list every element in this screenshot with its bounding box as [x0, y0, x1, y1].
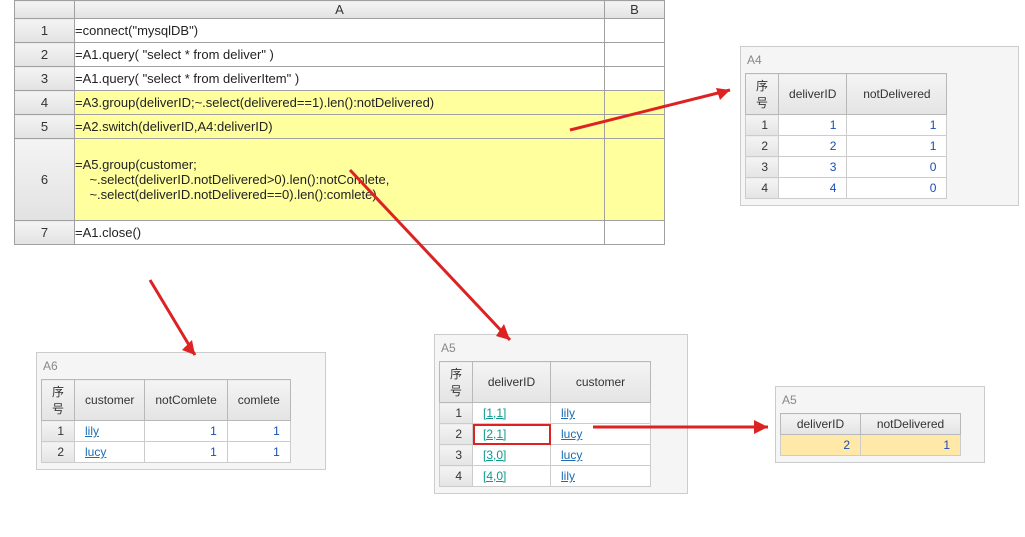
- a6-hdr-customer: customer: [75, 380, 145, 421]
- row-header-3[interactable]: 3: [15, 67, 75, 91]
- result-a5d-table: deliverID notDelivered 2 1: [780, 413, 961, 456]
- cell-A2[interactable]: =A1.query( "select * from deliver" ): [75, 43, 605, 67]
- table-row: 221: [746, 136, 947, 157]
- col-header-B[interactable]: B: [605, 1, 665, 19]
- table-row: 1lily11: [42, 421, 291, 442]
- cell-A7[interactable]: =A1.close(): [75, 221, 605, 245]
- table-row: 2lucy11: [42, 442, 291, 463]
- corner-cell: [15, 1, 75, 19]
- result-a5-table: 序号 deliverID customer 1[1,1]lily2[2,1]lu…: [439, 361, 651, 487]
- a6-hdr-notcomlete: notComlete: [145, 380, 227, 421]
- row-header-7[interactable]: 7: [15, 221, 75, 245]
- result-a6-label: A6: [41, 357, 321, 379]
- a5d-notdelivered: 1: [861, 435, 961, 456]
- row-header-6[interactable]: 6: [15, 139, 75, 221]
- a5d-hdr-deliverid: deliverID: [781, 414, 861, 435]
- result-a4: A4 序号 deliverID notDelivered 11122133044…: [740, 46, 1019, 206]
- row-header-5[interactable]: 5: [15, 115, 75, 139]
- cell-A5[interactable]: =A2.switch(deliverID,A4:deliverID): [75, 115, 605, 139]
- cell-A1[interactable]: =connect("mysqlDB"): [75, 19, 605, 43]
- result-a6-table: 序号 customer notComlete comlete 1lily112l…: [41, 379, 291, 463]
- cell-B5[interactable]: [605, 115, 665, 139]
- cell-B2[interactable]: [605, 43, 665, 67]
- a5-hdr-idx: 序号: [440, 362, 473, 403]
- result-a4-label: A4: [745, 51, 1014, 73]
- table-row: 1[1,1]lily: [440, 403, 651, 424]
- table-row: 2[2,1]lucy: [440, 424, 651, 445]
- table-row: 440: [746, 178, 947, 199]
- table-row: 111: [746, 115, 947, 136]
- result-a5-label: A5: [439, 339, 683, 361]
- row-header-1[interactable]: 1: [15, 19, 75, 43]
- a4-hdr-notdelivered: notDelivered: [847, 74, 947, 115]
- cell-B4[interactable]: [605, 91, 665, 115]
- a5-hdr-customer: customer: [551, 362, 651, 403]
- cell-B3[interactable]: [605, 67, 665, 91]
- table-row: 330: [746, 157, 947, 178]
- result-a4-table: 序号 deliverID notDelivered 111221330440: [745, 73, 947, 199]
- row-header-4[interactable]: 4: [15, 91, 75, 115]
- a4-hdr-deliverid: deliverID: [779, 74, 847, 115]
- cell-B6[interactable]: [605, 139, 665, 221]
- a6-hdr-idx: 序号: [42, 380, 75, 421]
- table-row: 4[4,0]lily: [440, 466, 651, 487]
- cell-A6[interactable]: =A5.group(customer; ~.select(deliverID.n…: [75, 139, 605, 221]
- cell-A4[interactable]: =A3.group(deliverID;~.select(delivered==…: [75, 91, 605, 115]
- a5-hdr-deliverid: deliverID: [473, 362, 551, 403]
- table-row: 3[3,0]lucy: [440, 445, 651, 466]
- result-a5-detail: A5 deliverID notDelivered 2 1: [775, 386, 985, 463]
- a4-hdr-idx: 序号: [746, 74, 779, 115]
- code-grid[interactable]: A B 1=connect("mysqlDB")2=A1.query( "sel…: [14, 0, 665, 245]
- a5d-hdr-notdelivered: notDelivered: [861, 414, 961, 435]
- cell-B7[interactable]: [605, 221, 665, 245]
- result-a6: A6 序号 customer notComlete comlete 1lily1…: [36, 352, 326, 470]
- a6-hdr-comlete: comlete: [227, 380, 290, 421]
- a5d-row: 2 1: [781, 435, 961, 456]
- result-a5: A5 序号 deliverID customer 1[1,1]lily2[2,1…: [434, 334, 688, 494]
- result-a5d-label: A5: [780, 391, 980, 413]
- cell-A3[interactable]: =A1.query( "select * from deliverItem" ): [75, 67, 605, 91]
- col-header-A[interactable]: A: [75, 1, 605, 19]
- row-header-2[interactable]: 2: [15, 43, 75, 67]
- a5d-deliverid: 2: [781, 435, 861, 456]
- cell-B1[interactable]: [605, 19, 665, 43]
